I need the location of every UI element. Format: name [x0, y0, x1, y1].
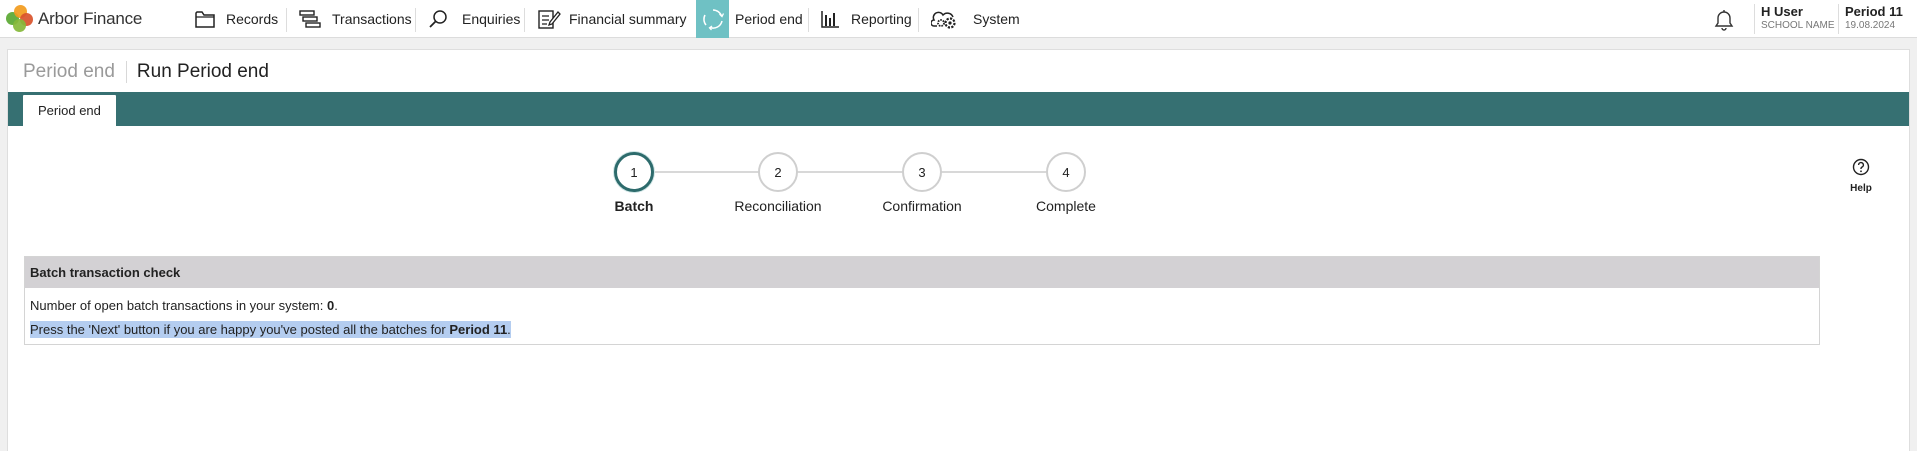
next-instruction-suffix: . — [507, 322, 511, 337]
current-period[interactable]: Period 11 19.08.2024 — [1845, 4, 1903, 31]
step-label: Complete — [1036, 198, 1096, 214]
top-navigation-bar: Arbor Finance Records Transactions Enqui… — [0, 0, 1917, 38]
tab-period-end[interactable]: Period end — [23, 95, 116, 126]
refresh-cycle-icon — [702, 9, 724, 31]
nav-transactions[interactable]: Transactions — [298, 0, 412, 38]
step-number-circle: 3 — [902, 152, 942, 192]
help-label: Help — [1850, 183, 1872, 194]
step-label: Reconciliation — [734, 198, 822, 214]
tab-bar: Period end — [8, 92, 1909, 126]
next-instruction-text: Press the 'Next' button if you are happy… — [25, 321, 1819, 338]
arbor-logo-icon — [6, 5, 34, 33]
step-label: Batch — [614, 198, 654, 214]
document-edit-icon — [538, 10, 561, 29]
breadcrumb: Period end Run Period end — [23, 60, 269, 84]
batch-transaction-check-panel: Batch transaction check Number of open b… — [24, 256, 1820, 345]
nav-period-end[interactable]: Period end — [735, 0, 803, 38]
page-title: Run Period end — [136, 61, 269, 82]
nav-system[interactable]: System — [931, 0, 1020, 38]
step-complete[interactable]: 4 Complete — [996, 152, 1136, 214]
cloud-gear-icon — [931, 11, 956, 29]
app-name: Arbor Finance — [38, 9, 143, 28]
bar-chart-icon — [821, 11, 839, 28]
breadcrumb-parent-link[interactable]: Period end — [23, 61, 115, 83]
open-batch-count-suffix: . — [334, 298, 338, 313]
step-confirmation[interactable]: 3 Confirmation — [852, 152, 992, 214]
search-icon — [429, 10, 447, 28]
help-question-icon — [1852, 158, 1870, 176]
nav-records-label: Records — [226, 11, 279, 27]
school-name: SCHOOL NAME — [1761, 20, 1835, 31]
step-number-circle: 1 — [614, 152, 654, 192]
user-name: H User — [1761, 4, 1803, 19]
app-logo[interactable]: Arbor Finance — [6, 4, 142, 34]
nav-system-label: System — [973, 11, 1020, 27]
wizard-stepper: 1 Batch 2 Reconciliation 3 Confirmation … — [8, 152, 1909, 222]
transactions-icon — [299, 10, 321, 28]
nav-enquiries[interactable]: Enquiries — [428, 0, 520, 38]
open-batch-count-text: Number of open batch transactions in you… — [25, 298, 1819, 313]
nav-reporting[interactable]: Reporting — [820, 0, 912, 38]
open-batch-count-prefix: Number of open batch transactions in you… — [30, 298, 327, 313]
folder-icon — [195, 11, 215, 28]
help-button[interactable]: Help — [1841, 158, 1881, 194]
nav-enquiries-label: Enquiries — [462, 11, 521, 27]
next-instruction-prefix: Press the 'Next' button if you are happy… — [30, 322, 450, 337]
batch-check-title: Batch transaction check — [25, 257, 1819, 288]
step-batch[interactable]: 1 Batch — [564, 152, 704, 214]
nav-period-end-label: Period end — [735, 11, 803, 27]
next-instruction-period: Period 11 — [449, 322, 508, 337]
nav-financial-summary-label: Financial summary — [569, 11, 687, 27]
tab-period-end-label: Period end — [38, 103, 101, 118]
step-reconciliation[interactable]: 2 Reconciliation — [708, 152, 848, 214]
breadcrumb-divider — [125, 61, 127, 83]
period-date: 19.08.2024 — [1845, 20, 1896, 31]
step-number-circle: 2 — [758, 152, 798, 192]
step-label: Confirmation — [882, 198, 962, 214]
step-number-circle: 4 — [1046, 152, 1086, 192]
nav-transactions-label: Transactions — [332, 11, 412, 27]
user-menu[interactable]: H User SCHOOL NAME — [1761, 4, 1835, 31]
period-label: Period 11 — [1845, 4, 1903, 19]
notifications-bell-icon[interactable] — [1712, 7, 1736, 38]
nav-financial-summary[interactable]: Financial summary — [537, 0, 686, 38]
nav-period-end-icon-box[interactable] — [696, 0, 729, 38]
nav-records[interactable]: Records — [194, 0, 278, 38]
main-panel: Period end Run Period end Period end 1 B… — [7, 49, 1910, 451]
nav-reporting-label: Reporting — [851, 11, 912, 27]
